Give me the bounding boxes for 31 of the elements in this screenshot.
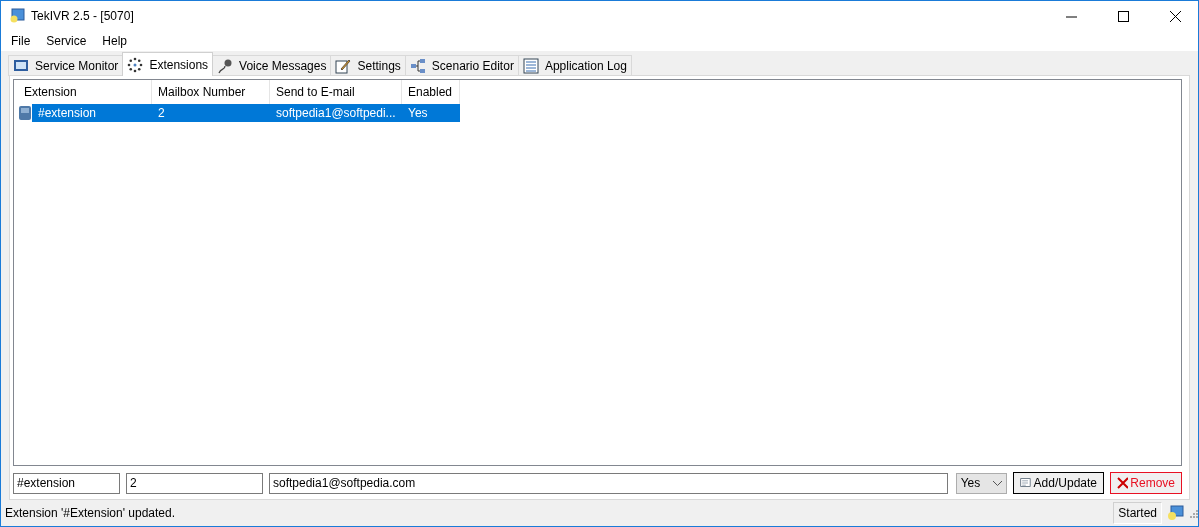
monitor-icon	[1166, 504, 1184, 522]
mailbox-field[interactable]: 2	[126, 472, 263, 494]
remove-button[interactable]: Remove	[1110, 472, 1182, 494]
resize-grip-icon[interactable]	[1188, 508, 1198, 518]
window-title: TekIVR 2.5 - [5070]	[31, 9, 135, 23]
phone-icon	[18, 105, 32, 121]
add-update-button[interactable]: Add/Update	[1013, 472, 1104, 494]
app-icon	[9, 8, 25, 24]
close-icon	[1117, 477, 1129, 489]
table-cell: softpedia1@softpedi...	[270, 104, 402, 122]
menu-item[interactable]: File	[3, 34, 39, 48]
chevron-down-icon	[993, 480, 1002, 486]
tab[interactable]: Extensions	[122, 52, 214, 76]
close-icon	[1169, 10, 1181, 22]
table-cell: Yes	[402, 104, 460, 122]
tab[interactable]: Settings	[330, 55, 406, 76]
table-cell: #extension	[32, 104, 152, 122]
email-field[interactable]: softpedia1@softpedia.com	[269, 472, 948, 494]
maximize-icon	[1117, 10, 1129, 22]
menu-item[interactable]: Service	[38, 34, 95, 48]
status-message: Extension '#Extension' updated.	[5, 506, 177, 520]
flowchart-icon	[409, 58, 426, 74]
microphone-icon	[217, 58, 234, 74]
menu-item[interactable]: Help	[94, 34, 136, 48]
monitor-icon	[13, 59, 29, 73]
document-icon	[1020, 476, 1032, 490]
dots-icon	[127, 56, 144, 73]
extension-field[interactable]: #extension	[13, 472, 120, 494]
service-state: Started	[1113, 502, 1162, 524]
table-cell: 2	[152, 104, 270, 122]
enabled-dropdown[interactable]: Yes	[955, 472, 1007, 494]
